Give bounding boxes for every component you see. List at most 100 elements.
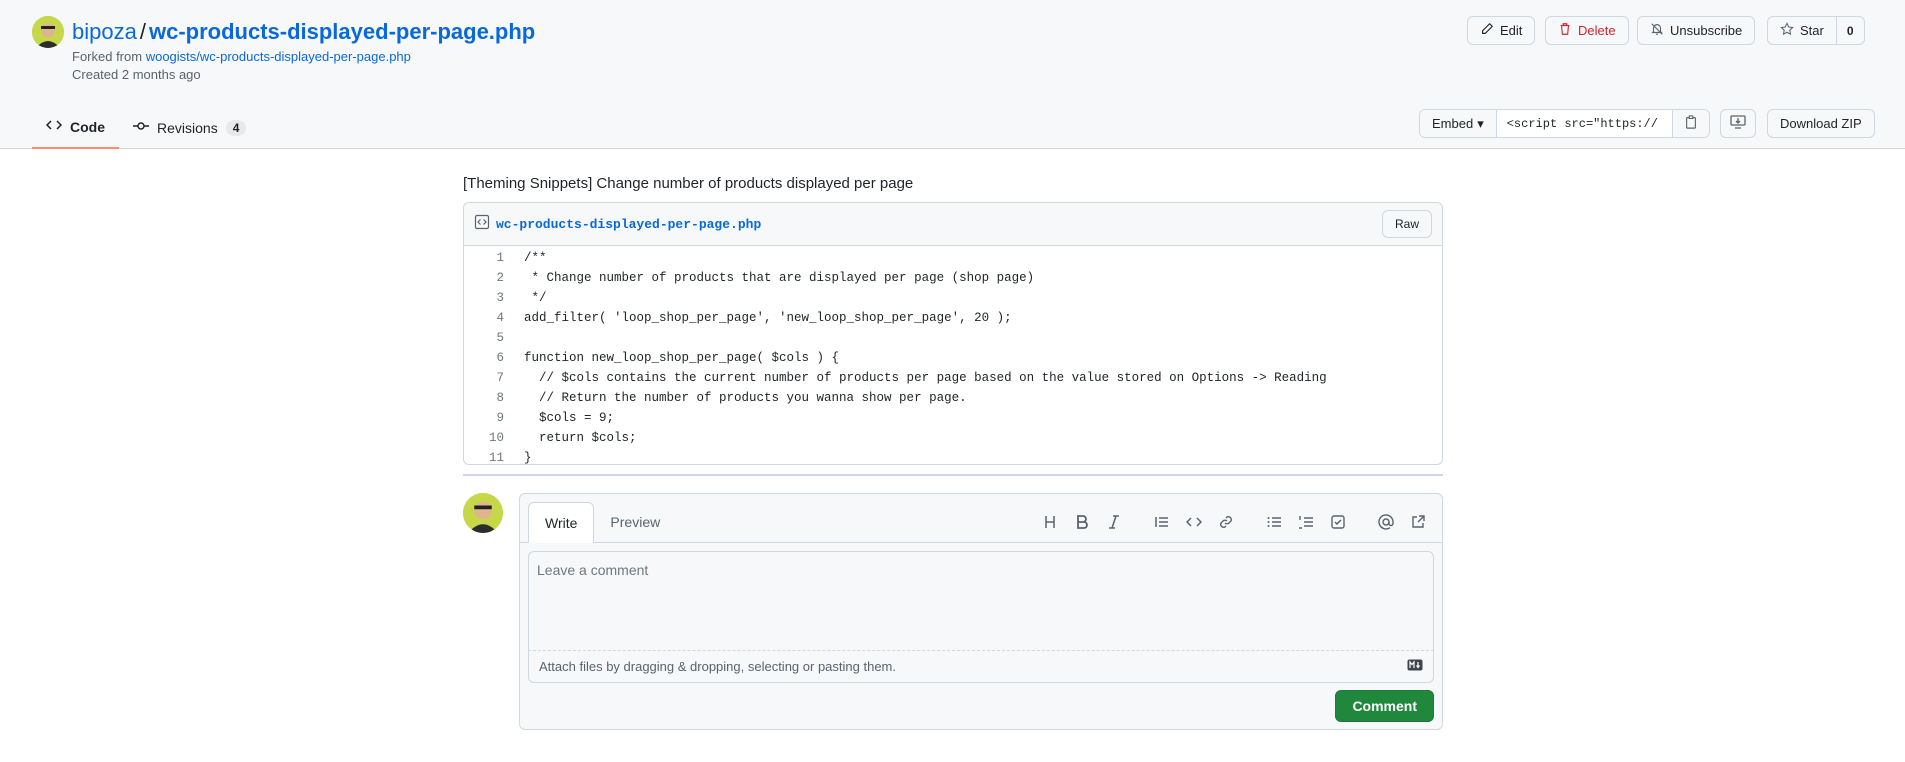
- code-line: 9 $cols = 9;: [464, 408, 1442, 428]
- italic-icon[interactable]: [1098, 508, 1130, 536]
- tab-code-label: Code: [70, 118, 105, 135]
- heading-icon[interactable]: [1034, 508, 1066, 536]
- comment-submit-button[interactable]: Comment: [1335, 690, 1434, 722]
- cross-reference-icon[interactable]: [1402, 508, 1434, 536]
- forked-source-link[interactable]: woogists/wc-products-displayed-per-page.…: [146, 49, 411, 64]
- caret-down-icon: ▾: [1477, 115, 1484, 131]
- owner-avatar[interactable]: [32, 16, 64, 48]
- tab-revisions-label: Revisions: [157, 119, 218, 136]
- commenter-avatar[interactable]: [463, 493, 503, 533]
- revisions-counter: 4: [225, 119, 247, 136]
- code-line: 2 * Change number of products that are d…: [464, 268, 1442, 288]
- code-body: 1 /** 2 * Change number of products that a…: [464, 246, 1442, 465]
- line-code: // Return the number of products you wan…: [524, 391, 967, 405]
- file-name-link[interactable]: wc-products-displayed-per-page.php: [474, 214, 761, 234]
- embed-url-input[interactable]: <script src="https://: [1497, 110, 1673, 137]
- code-line: 8 // Return the number of products you w…: [464, 388, 1442, 408]
- created-date: Created 2 months ago: [72, 67, 201, 82]
- code-line: 6 function new_loop_shop_per_page( $cols …: [464, 348, 1442, 368]
- file-name-label: wc-products-displayed-per-page.php: [496, 216, 762, 232]
- download-tools: Download ZIP: [1767, 109, 1875, 138]
- line-code: add_filter( 'loop_shop_per_page', 'new_l…: [524, 311, 1012, 325]
- section-divider: [463, 474, 1443, 476]
- line-code: * Change number of products that are dis…: [524, 271, 1035, 285]
- git-commit-icon: [133, 118, 149, 137]
- tab-code[interactable]: Code: [32, 106, 119, 149]
- desktop-tools: [1720, 109, 1756, 138]
- comment-textarea[interactable]: Leave a comment: [528, 551, 1434, 651]
- line-number[interactable]: 2: [464, 271, 504, 285]
- comment-tabs: Write Preview: [528, 502, 676, 543]
- open-desktop-button[interactable]: [1720, 109, 1756, 138]
- embed-select[interactable]: Embed ▾: [1420, 110, 1497, 137]
- line-code: */: [524, 291, 547, 305]
- forked-prefix: Forked from: [72, 49, 143, 64]
- link-icon[interactable]: [1210, 508, 1242, 536]
- attach-files-bar[interactable]: Attach files by dragging & dropping, sel…: [528, 651, 1434, 683]
- pencil-icon: [1480, 22, 1494, 39]
- unordered-list-icon[interactable]: [1258, 508, 1290, 536]
- embed-label: Embed: [1432, 116, 1474, 131]
- gist-header: bipoza / wc-products-displayed-per-page.ph…: [0, 0, 1905, 149]
- line-number[interactable]: 8: [464, 391, 504, 405]
- line-number[interactable]: 1: [464, 251, 504, 265]
- tab-revisions[interactable]: Revisions 4: [119, 106, 260, 149]
- gist-tabs: Code Revisions 4: [32, 106, 260, 149]
- star-icon: [1780, 22, 1794, 39]
- code-line: 3 */: [464, 288, 1442, 308]
- edit-button[interactable]: Edit: [1467, 16, 1536, 45]
- raw-button[interactable]: Raw: [1381, 210, 1432, 238]
- bell-slash-icon: [1650, 22, 1664, 39]
- code-icon: [45, 117, 63, 136]
- line-number[interactable]: 5: [464, 331, 504, 345]
- line-code: return $cols;: [524, 431, 637, 445]
- attach-files-text: Attach files by dragging & dropping, sel…: [539, 659, 896, 674]
- star-group: Star 0: [1767, 16, 1865, 45]
- markdown-icon: [1407, 659, 1423, 674]
- line-number[interactable]: 6: [464, 351, 504, 365]
- edit-label: Edit: [1500, 23, 1523, 38]
- gist-name-link[interactable]: wc-products-displayed-per-page.php: [149, 19, 535, 44]
- unsubscribe-button[interactable]: Unsubscribe: [1637, 16, 1756, 45]
- line-code: /**: [524, 251, 547, 265]
- delete-label: Delete: [1578, 23, 1616, 38]
- line-code: function new_loop_shop_per_page( $cols )…: [524, 351, 840, 365]
- unsubscribe-label: Unsubscribe: [1670, 23, 1743, 38]
- download-zip-button[interactable]: Download ZIP: [1767, 109, 1875, 138]
- code-line: 11}: [464, 448, 1442, 465]
- code-line: 1 /**: [464, 248, 1442, 268]
- comment-form: Write Preview Leave a comment Attach fil…: [519, 493, 1443, 730]
- task-list-icon[interactable]: [1322, 508, 1354, 536]
- tab-write[interactable]: Write: [528, 502, 595, 543]
- copy-button[interactable]: [1672, 110, 1709, 137]
- quote-icon[interactable]: [1146, 508, 1178, 536]
- owner-link[interactable]: bipoza: [72, 19, 137, 44]
- mention-icon[interactable]: [1370, 508, 1402, 536]
- star-button[interactable]: Star: [1768, 17, 1837, 44]
- code-icon[interactable]: [1178, 508, 1210, 536]
- line-number[interactable]: 7: [464, 371, 504, 385]
- code-line: 7 // $cols contains the current number o…: [464, 368, 1442, 388]
- delete-button[interactable]: Delete: [1545, 16, 1629, 45]
- title-separator: /: [139, 19, 146, 44]
- line-number[interactable]: 4: [464, 311, 504, 325]
- desktop-download-icon: [1730, 114, 1746, 133]
- markdown-toolbar: [1034, 508, 1434, 536]
- tab-preview[interactable]: Preview: [594, 502, 676, 542]
- line-number[interactable]: 9: [464, 411, 504, 425]
- line-number[interactable]: 3: [464, 291, 504, 305]
- trash-icon: [1558, 22, 1572, 39]
- line-number[interactable]: 10: [464, 431, 504, 445]
- star-label: Star: [1800, 23, 1824, 38]
- code-line: 4 add_filter( 'loop_shop_per_page', 'new_…: [464, 308, 1442, 328]
- file-box: wc-products-displayed-per-page.php Raw 1…: [463, 202, 1443, 465]
- bold-icon[interactable]: [1066, 508, 1098, 536]
- ordered-list-icon[interactable]: [1290, 508, 1322, 536]
- line-number[interactable]: 11: [464, 451, 504, 464]
- embed-group: Embed ▾ <script src="https://: [1419, 109, 1710, 138]
- file-code-icon: [474, 214, 490, 234]
- star-count[interactable]: 0: [1837, 17, 1864, 44]
- embed-tools: Embed ▾ <script src="https://: [1419, 109, 1710, 138]
- line-code: $cols = 9;: [524, 411, 615, 425]
- line-code: }: [524, 451, 532, 465]
